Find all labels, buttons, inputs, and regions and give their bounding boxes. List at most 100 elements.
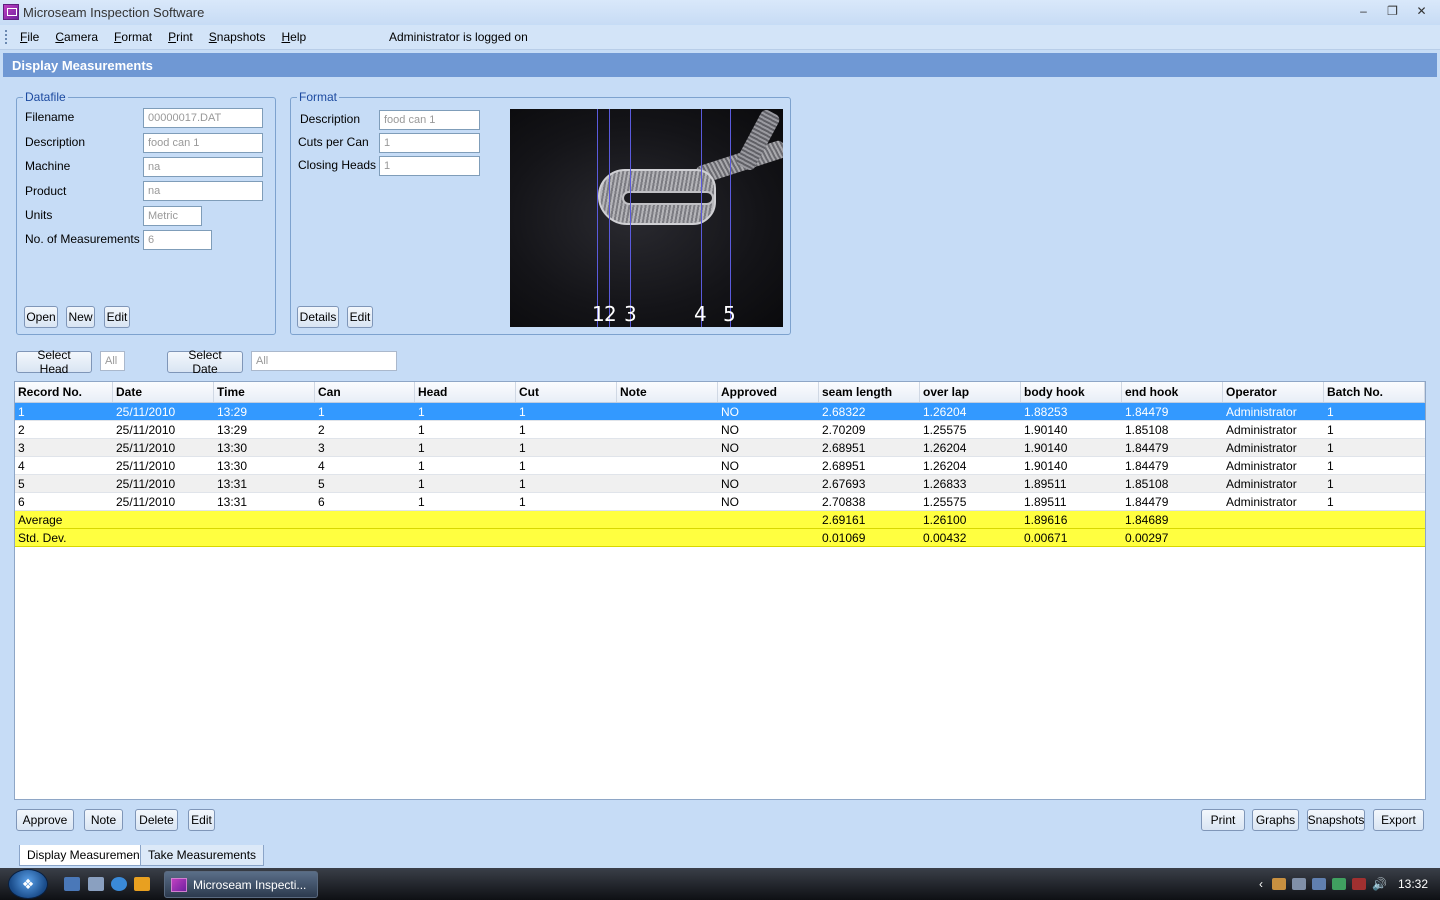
column-header[interactable]: Date (113, 382, 214, 402)
tray-app-icon[interactable] (1272, 878, 1287, 890)
table-row[interactable]: 5 25/11/2010 13:31 5 1 1 NO 2.67693 1.26833 1.895… (15, 475, 1425, 493)
tray-device-icon[interactable] (1292, 878, 1307, 890)
column-header[interactable]: Head (415, 382, 516, 402)
table-cell: 25/11/2010 (116, 405, 176, 419)
table-cell (617, 439, 718, 456)
menu-help[interactable]: Help (273, 30, 314, 44)
menu-help-mnemonic: H (281, 30, 291, 44)
column-header[interactable]: Note (617, 382, 718, 402)
tray-power-icon[interactable] (1332, 878, 1347, 890)
column-header[interactable]: end hook (1122, 382, 1223, 402)
measure-label-2: 2 (604, 302, 617, 326)
table-cell: 5 (318, 477, 325, 491)
table-cell: 6 (18, 495, 25, 509)
internet-explorer-icon[interactable] (111, 877, 127, 891)
column-header[interactable]: over lap (920, 382, 1021, 402)
table-cell: 1 (1327, 441, 1334, 455)
measure-line-5[interactable] (730, 109, 731, 327)
maximize-icon[interactable]: ❐ (1378, 2, 1407, 20)
approve-button[interactable]: Approve (16, 809, 74, 831)
units-field[interactable] (143, 206, 202, 226)
table-cell: NO (721, 405, 739, 419)
minimize-icon[interactable]: – (1349, 2, 1378, 20)
new-button[interactable]: New (66, 306, 95, 328)
edit-record-button[interactable]: Edit (188, 809, 215, 831)
column-header[interactable]: Approved (718, 382, 819, 402)
seam-image[interactable]: 1 2 3 4 5 (510, 109, 783, 327)
menu-snapshots[interactable]: Snapshots (201, 30, 274, 44)
menu-print[interactable]: Print (160, 30, 201, 44)
measure-label-1: 1 (592, 302, 605, 326)
switch-windows-icon[interactable] (88, 877, 104, 891)
table-cell: 1 (519, 423, 526, 437)
table-cell (617, 421, 718, 438)
clock[interactable]: 13:32 (1398, 877, 1428, 891)
measurements-table[interactable]: Record No. Date Time Can Head Cut Note Approved… (14, 381, 1426, 800)
summary-cell (214, 529, 315, 546)
tray-security-icon[interactable] (1312, 878, 1327, 890)
delete-button[interactable]: Delete (135, 809, 178, 831)
column-header[interactable]: Can (315, 382, 415, 402)
datafile-edit-button[interactable]: Edit (104, 306, 130, 328)
column-header[interactable]: body hook (1021, 382, 1122, 402)
note-button[interactable]: Note (84, 809, 123, 831)
graphs-button[interactable]: Graphs (1252, 809, 1299, 831)
description-field[interactable] (143, 133, 263, 153)
column-header[interactable]: seam length (819, 382, 920, 402)
table-cell: 25/11/2010 (116, 423, 176, 437)
tab-take-measurements[interactable]: Take Measurements (140, 845, 265, 866)
show-desktop-icon[interactable] (64, 877, 80, 891)
media-player-icon[interactable] (134, 877, 150, 891)
table-cell: 2.70838 (822, 495, 866, 509)
table-row[interactable]: 1 25/11/2010 13:29 1 1 1 NO 2.68322 1.26204 1.882… (15, 403, 1425, 421)
head-filter-field[interactable] (100, 351, 125, 371)
export-button[interactable]: Export (1373, 809, 1424, 831)
table-cell: 1.90140 (1024, 459, 1068, 473)
select-date-button[interactable]: Select Date (167, 348, 243, 376)
column-header[interactable]: Time (214, 382, 315, 402)
menu-camera[interactable]: Camera (47, 30, 106, 44)
table-row[interactable]: 4 25/11/2010 13:30 4 1 1 NO 2.68951 1.26204 1.901… (15, 457, 1425, 475)
product-field[interactable] (143, 181, 263, 201)
format-edit-button[interactable]: Edit (347, 306, 373, 328)
measure-line-3[interactable] (630, 109, 631, 327)
column-header[interactable]: Operator (1223, 382, 1324, 402)
summary-cell (315, 511, 415, 528)
measure-line-4[interactable] (701, 109, 702, 327)
date-filter-field[interactable] (251, 351, 397, 371)
table-row[interactable]: 2 25/11/2010 13:29 2 1 1 NO 2.70209 1.25575 1.901… (15, 421, 1425, 439)
column-header[interactable]: Batch No. (1324, 382, 1425, 402)
table-cell: 4 (18, 459, 25, 473)
menu-file[interactable]: File (12, 30, 47, 44)
table-cell: 1.85108 (1125, 477, 1169, 491)
units-label: Units (25, 208, 53, 222)
close-icon[interactable]: ✕ (1407, 2, 1436, 20)
tray-network-icon[interactable] (1352, 878, 1367, 890)
print-button[interactable]: Print (1201, 809, 1245, 831)
tray-expand-icon[interactable]: ‹ (1259, 877, 1263, 891)
volume-icon[interactable]: 🔊 (1372, 877, 1387, 891)
measure-line-2[interactable] (609, 109, 610, 327)
summary-cell (113, 511, 214, 528)
table-row[interactable]: 6 25/11/2010 13:31 6 1 1 NO 2.70838 1.25575 1.895… (15, 493, 1425, 511)
column-header[interactable]: Cut (516, 382, 617, 402)
toolbar-grip[interactable] (5, 30, 8, 44)
table-cell: Administrator (1226, 459, 1297, 473)
taskbar-app-button[interactable]: Microseam Inspecti... (164, 871, 318, 898)
open-button[interactable]: Open (24, 306, 58, 328)
tab-display-measurements[interactable]: Display Measurements (19, 845, 158, 866)
menu-format[interactable]: Format (106, 30, 160, 44)
start-button[interactable]: ❖ (8, 869, 48, 899)
measure-line-1[interactable] (597, 109, 598, 327)
machine-field[interactable] (143, 157, 263, 177)
closing-heads-field[interactable] (379, 156, 480, 176)
table-row[interactable]: 3 25/11/2010 13:30 3 1 1 NO 2.68951 1.26204 1.901… (15, 439, 1425, 457)
column-header[interactable]: Record No. (15, 382, 113, 402)
details-button[interactable]: Details (297, 306, 339, 328)
format-description-field[interactable] (379, 110, 480, 130)
measurements-count-field[interactable] (143, 230, 212, 250)
cuts-per-can-field[interactable] (379, 133, 480, 153)
select-head-button[interactable]: Select Head (16, 348, 92, 376)
snapshots-button[interactable]: Snapshots (1307, 809, 1365, 831)
filename-field[interactable] (143, 108, 263, 128)
